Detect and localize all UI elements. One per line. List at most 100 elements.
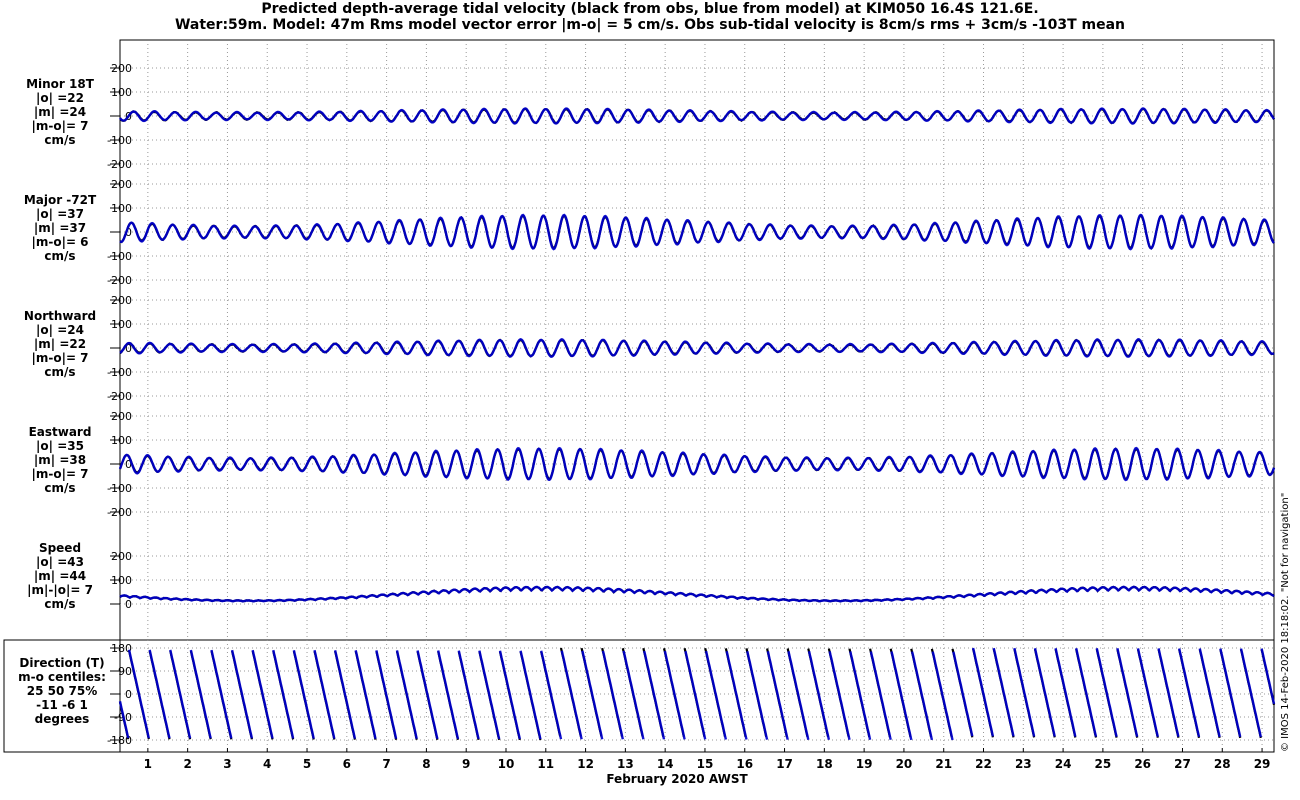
- x-tick-label: 24: [1055, 757, 1072, 771]
- series-model-panel-6: [375, 650, 398, 739]
- series-model-panel-6: [1239, 648, 1262, 738]
- x-axis-label: February 2020 AWST: [606, 772, 748, 786]
- x-tick-label: 11: [537, 757, 554, 771]
- series-model-panel-6: [890, 651, 913, 741]
- x-tick-label: 20: [896, 757, 913, 771]
- x-tick-label: 18: [816, 757, 833, 771]
- series-model-panel-6: [684, 650, 707, 740]
- x-tick-label: 1: [144, 757, 152, 771]
- series-model-panel-6: [725, 650, 748, 740]
- x-tick-label: 5: [303, 757, 311, 771]
- x-tick-label: 6: [343, 757, 351, 771]
- series-model-panel-6: [498, 650, 521, 740]
- x-tick-label: 3: [223, 757, 231, 771]
- panel-label-line: cm/s: [44, 365, 75, 379]
- panel-label-line: Speed: [39, 541, 81, 555]
- panel-label-line: Direction (T): [19, 656, 104, 670]
- x-tick-label: 7: [382, 757, 390, 771]
- x-tick-label: 26: [1134, 757, 1151, 771]
- series-model-panel-6: [746, 650, 769, 740]
- y-tick-label: 100: [111, 574, 132, 587]
- series-model-panel-6: [313, 649, 336, 739]
- x-tick-label: 12: [577, 757, 594, 771]
- series-model-panel-6: [1116, 648, 1139, 737]
- y-tick-label: 200: [111, 550, 132, 563]
- x-tick-label: 21: [935, 757, 952, 771]
- series-model-panel-6: [601, 650, 624, 740]
- series-model-panel-6: [787, 651, 810, 740]
- panel-label-line: |o| =37: [36, 207, 84, 221]
- series-model-panel-6: [704, 650, 728, 740]
- series-model-panel-6: [1136, 648, 1159, 738]
- series-model-panel-6: [416, 650, 439, 740]
- series-model-panel-6: [931, 651, 954, 741]
- x-tick-label: 23: [1015, 757, 1032, 771]
- series-model-panel-6: [478, 650, 501, 740]
- y-tick-label: 100: [111, 86, 132, 99]
- panel-label-line: cm/s: [44, 133, 75, 147]
- x-tick-label: 25: [1095, 757, 1112, 771]
- x-tick-label: 2: [183, 757, 191, 771]
- series-model-panel-6: [395, 650, 418, 740]
- series-model-panel-6: [519, 650, 542, 740]
- panel-label-line: |m| =22: [34, 337, 86, 351]
- panel-label-line: Northward: [24, 309, 96, 323]
- y-tick-label: 0: [125, 688, 132, 701]
- panel-label-line: cm/s: [44, 249, 75, 263]
- series-model-panel-6: [1198, 648, 1221, 738]
- x-tick-label: 13: [617, 757, 634, 771]
- series-model-panel-6: [849, 651, 872, 741]
- panel-label-line: cm/s: [44, 481, 75, 495]
- y-tick-label: 100: [111, 318, 132, 331]
- panel-label-line: Minor 18T: [26, 77, 95, 91]
- panel-label-line: |m-o|= 6: [31, 235, 88, 249]
- series-model-panel-6: [1013, 647, 1036, 737]
- series-model-panel-6: [910, 651, 934, 741]
- y-tick-label: 200: [111, 294, 132, 307]
- x-tick-label: 10: [498, 757, 515, 771]
- x-tick-label: 27: [1174, 757, 1191, 771]
- x-tick-label: 19: [856, 757, 873, 771]
- y-tick-label: 100: [111, 202, 132, 215]
- panel-label-line: -11 -6 1: [36, 698, 88, 712]
- panel-label-line: |m-o|= 7: [31, 467, 88, 481]
- series-model-panel-6: [622, 650, 645, 740]
- x-tick-label: 29: [1254, 757, 1271, 771]
- series-model-panel-6: [807, 651, 831, 740]
- series-model-panel-6: [540, 650, 563, 740]
- series-model-panel-6: [581, 650, 604, 740]
- x-tick-label: 22: [975, 757, 992, 771]
- series-model-panel-6: [1075, 648, 1098, 737]
- series-model-panel-6: [1219, 648, 1242, 738]
- panel-label-line: Eastward: [29, 425, 92, 439]
- panel-label-line: |m-o|= 7: [31, 351, 88, 365]
- series-model-panel-5: [119, 585, 1275, 603]
- panel-label-line: cm/s: [44, 597, 75, 611]
- y-tick-label: 200: [111, 62, 132, 75]
- panel-label-line: |m-o|= 7: [31, 119, 88, 133]
- panel-label-line: m-o centiles:: [18, 670, 106, 684]
- x-tick-label: 8: [422, 757, 430, 771]
- series-model-panel-6: [1157, 648, 1180, 738]
- x-tick-label: 14: [657, 757, 674, 771]
- y-tick-label: 0: [125, 598, 132, 611]
- panel-label-line: 25 50 75%: [27, 684, 97, 698]
- y-tick-label: 200: [111, 178, 132, 191]
- tidal-velocity-chart: 1 2 3 4 5 6 7 8 9 10 11 12 13 14 15 16 17 18 19 20 21 22 23 24 2…: [3, 39, 1291, 786]
- panel-label-line: |m| =44: [34, 569, 86, 583]
- panel-label-line: |o| =24: [36, 323, 84, 337]
- panel-label-line: |m| =37: [34, 221, 86, 235]
- plot-frame-1: [119, 39, 1275, 641]
- series-model-panel-6: [189, 649, 212, 739]
- series-model-panel-6: [971, 647, 995, 737]
- x-tick-label: 17: [776, 757, 793, 771]
- series-model-panel-6: [643, 650, 666, 740]
- series-model-panel-6: [169, 649, 192, 739]
- series-model-panel-6: [1033, 647, 1056, 737]
- y-tick-label: 100: [111, 434, 132, 447]
- panel-label-line: |m| =24: [34, 105, 86, 119]
- series-model-panel-6: [560, 650, 583, 740]
- x-tick-label: 4: [263, 757, 271, 771]
- panel-label-line: Major -72T: [24, 193, 97, 207]
- panel-label-line: |o| =35: [36, 439, 84, 453]
